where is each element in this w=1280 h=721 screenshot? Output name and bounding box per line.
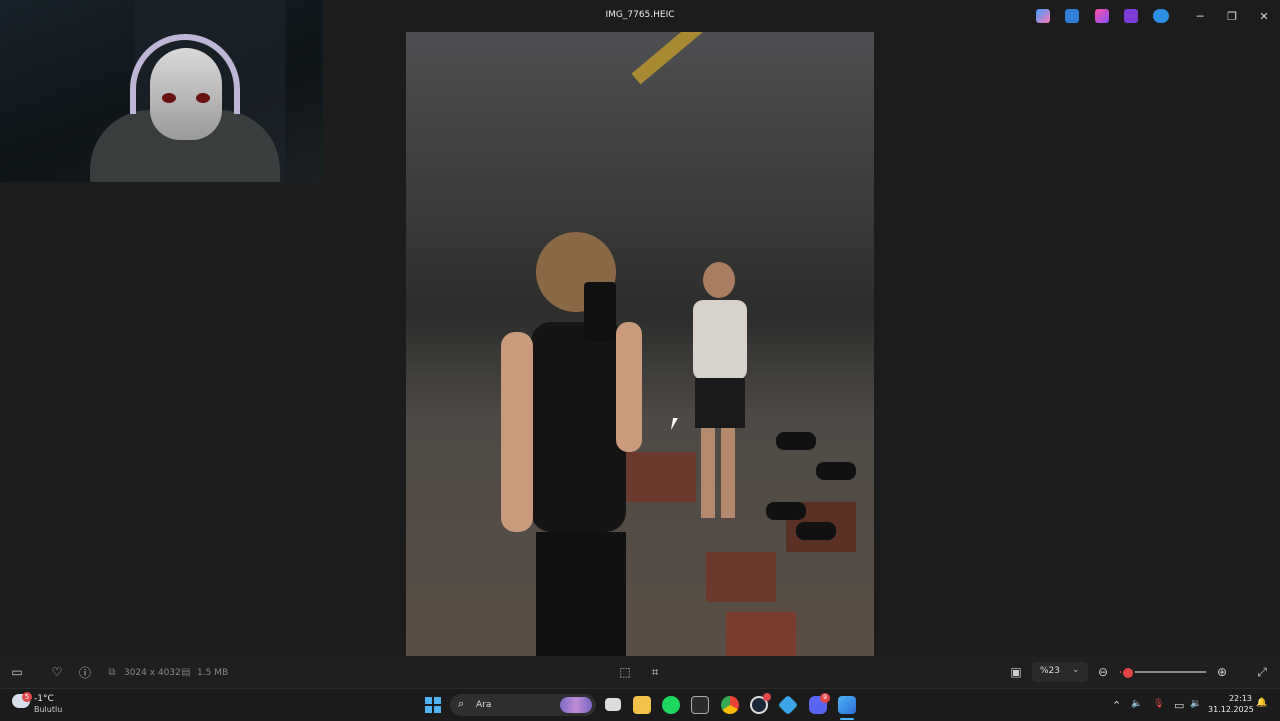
clock-date[interactable]: 31.12.2025: [1208, 705, 1254, 714]
network-icon[interactable]: ▭: [1174, 699, 1184, 712]
favorite-heart-icon[interactable]: ♡: [49, 664, 65, 680]
chevron-down-icon: ⌄: [1072, 665, 1080, 675]
zoom-out-icon[interactable]: ⊖: [1095, 664, 1111, 680]
photo-dumbbell: [766, 502, 806, 520]
taskbar-search[interactable]: ⌕ Ara: [450, 694, 596, 716]
copilot-icon[interactable]: [1036, 9, 1050, 23]
image-dimensions: 3024 x 4032: [124, 668, 181, 678]
photos-edit-icon[interactable]: [1065, 9, 1079, 23]
photo-floor-tile: [726, 612, 796, 656]
search-label: Ara: [476, 700, 492, 710]
dimensions-icon: ⧉: [108, 666, 116, 678]
battle-net-icon[interactable]: [777, 694, 799, 716]
restore-button[interactable]: ❐: [1217, 6, 1247, 26]
zoom-slider-thumb[interactable]: [1121, 666, 1135, 680]
file-explorer-icon[interactable]: [633, 696, 651, 714]
volume-icon[interactable]: 🔉: [1190, 699, 1201, 709]
mask-eye-left: [162, 93, 176, 103]
zoom-in-icon[interactable]: ⊕: [1214, 664, 1230, 680]
photo-dumbbell: [796, 522, 836, 540]
photo-floor-tile: [706, 552, 776, 602]
discord-badge: 9: [820, 693, 830, 703]
start-windows-icon[interactable]: [425, 697, 441, 713]
epic-games-icon[interactable]: [691, 696, 709, 714]
file-size-icon: ▤: [181, 666, 191, 678]
generative-erase-icon[interactable]: ⌗: [647, 664, 663, 680]
photo-person-background: [693, 262, 747, 518]
designer-icon[interactable]: [1124, 9, 1138, 23]
crop-icon[interactable]: ⬚: [617, 664, 633, 680]
windows-taskbar: 5 -1°C Bulutlu ⌕ Ara 9 ⌃ 🔈 🎙 ▭ 🔉 22:13 3…: [0, 688, 1280, 721]
photo-dumbbell: [816, 462, 856, 480]
info-icon[interactable]: ⓘ: [77, 664, 93, 680]
photo-canvas[interactable]: [406, 32, 874, 656]
speaker-icon[interactable]: 🔈: [1131, 699, 1142, 709]
snapshot-icon[interactable]: ▣: [1008, 664, 1024, 680]
webcam-skull-mask: [150, 48, 222, 140]
clipchamp-icon[interactable]: [1095, 9, 1109, 23]
file-size: 1.5 MB: [197, 668, 229, 678]
photo-ceiling-beam: [631, 32, 825, 85]
spotify-icon[interactable]: [662, 696, 680, 714]
microphone-icon[interactable]: 🎙: [1153, 699, 1164, 709]
search-highlight-art: [560, 697, 592, 713]
weather-description[interactable]: Bulutlu: [34, 705, 62, 714]
zoom-dropdown[interactable]: %23 ⌄: [1032, 662, 1088, 682]
fullscreen-icon[interactable]: ⤢: [1254, 664, 1270, 680]
chrome-icon[interactable]: [721, 696, 739, 714]
clock-time[interactable]: 22:13: [1226, 694, 1252, 703]
weather-temperature[interactable]: -1°C: [34, 694, 54, 704]
onedrive-icon[interactable]: [1153, 9, 1169, 23]
webcam-overlay: [0, 0, 323, 182]
photo-dumbbell: [776, 432, 816, 450]
weather-badge: 5: [22, 692, 32, 702]
tray-overflow-chevron-icon[interactable]: ⌃: [1112, 699, 1121, 712]
mask-eye-right: [196, 93, 210, 103]
photo-person-selfie: [501, 232, 642, 656]
viewer-toolbar: ▭ ♡ ⓘ ⧉ 3024 x 4032 ▤ 1.5 MB ⬚ ⌗ ▣ %23 ⌄…: [0, 656, 1280, 688]
notification-icon[interactable]: 🔔: [1256, 698, 1267, 708]
minimize-button[interactable]: ─: [1185, 6, 1215, 26]
close-button[interactable]: ✕: [1249, 6, 1279, 26]
file-explorer-window-icon[interactable]: [605, 698, 621, 711]
steam-badge: [763, 693, 771, 701]
photos-icon[interactable]: [838, 696, 856, 714]
search-icon: ⌕: [458, 697, 465, 710]
filmstrip-icon[interactable]: ▭: [9, 664, 25, 680]
zoom-value: %23: [1040, 666, 1061, 676]
